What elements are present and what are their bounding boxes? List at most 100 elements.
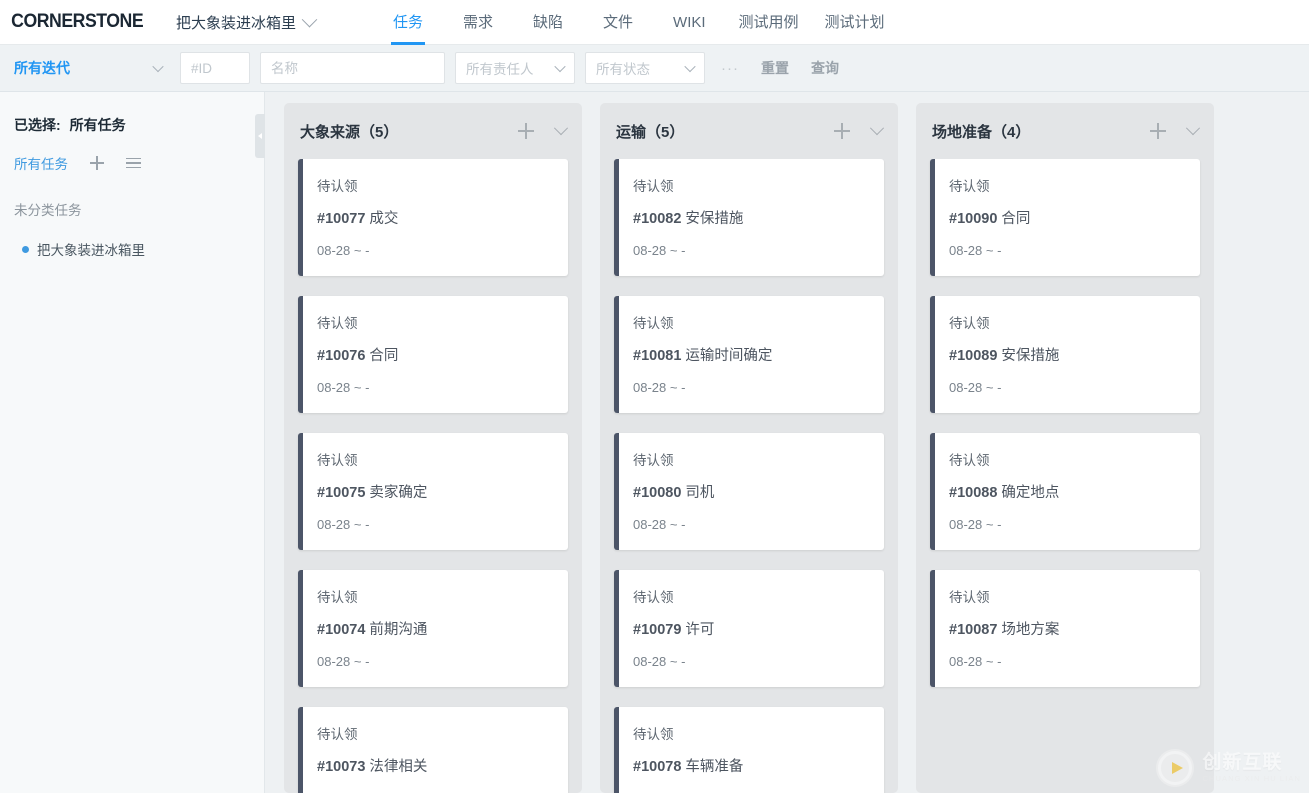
column-actions — [1150, 123, 1198, 139]
task-status: 待认领 — [633, 586, 868, 606]
task-id: #10089 — [949, 348, 997, 364]
page-body: 已选择: 所有任务 所有任务 未分类任务 把大象装进冰箱里 大象来源（5） — [0, 92, 1309, 793]
task-card[interactable]: 待认领 #10082 安保措施 08-28 ~ - — [614, 159, 884, 276]
sidebar-item-project-label: 把大象装进冰箱里 — [37, 239, 145, 259]
reset-button[interactable]: 重置 — [755, 58, 795, 78]
task-card[interactable]: 待认领 #10074 前期沟通 08-28 ~ - — [298, 570, 568, 687]
task-status: 待认领 — [317, 312, 552, 332]
plus-icon[interactable] — [1150, 123, 1166, 139]
task-date: 08-28 ~ - — [317, 517, 552, 532]
sidebar-collapse-handle[interactable] — [255, 114, 265, 158]
task-title: #10075 卖家确定 — [317, 481, 552, 502]
task-card[interactable]: 待认领 #10087 场地方案 08-28 ~ - — [930, 570, 1200, 687]
tab-tasks[interactable]: 任务 — [373, 0, 443, 45]
task-name: 卖家确定 — [369, 485, 427, 501]
tab-test-plans[interactable]: 测试计划 — [812, 0, 898, 45]
task-status: 待认领 — [949, 175, 1184, 195]
sidebar: 已选择: 所有任务 所有任务 未分类任务 把大象装进冰箱里 — [0, 92, 265, 793]
tab-files[interactable]: 文件 — [583, 0, 653, 45]
task-id: #10074 — [317, 622, 365, 638]
task-name: 合同 — [369, 348, 398, 364]
selected-label: 已选择: — [14, 115, 61, 135]
task-status: 待认领 — [949, 312, 1184, 332]
task-id: #10077 — [317, 211, 365, 227]
task-status: 待认领 — [949, 449, 1184, 469]
task-date: 08-28 ~ - — [949, 380, 1184, 395]
uncategorized-label: 未分类任务 — [0, 173, 264, 219]
task-title: #10077 成交 — [317, 207, 552, 228]
task-card[interactable]: 待认领 #10077 成交 08-28 ~ - — [298, 159, 568, 276]
task-card[interactable]: 待认领 #10073 法律相关 08-28 ~ - — [298, 707, 568, 793]
task-id: #10076 — [317, 348, 365, 364]
ellipsis-icon[interactable]: ··· — [715, 60, 745, 77]
task-date: 08-28 ~ - — [317, 380, 552, 395]
name-filter-field[interactable] — [260, 52, 445, 84]
top-header-bar: CORNERSTONE 把大象装进冰箱里 任务 需求 缺陷 文件 WIKI 测试… — [0, 0, 1309, 45]
task-card[interactable]: 待认领 #10090 合同 08-28 ~ - — [930, 159, 1200, 276]
status-select[interactable]: 所有状态 — [585, 52, 705, 84]
id-input[interactable] — [191, 61, 239, 76]
task-card[interactable]: 待认领 #10089 安保措施 08-28 ~ - — [930, 296, 1200, 413]
app-logo: CORNERSTONE — [0, 11, 143, 33]
query-button[interactable]: 查询 — [805, 58, 845, 78]
iteration-select-value: 所有迭代 — [14, 58, 70, 78]
plus-icon[interactable] — [90, 156, 104, 170]
task-card[interactable]: 待认领 #10088 确定地点 08-28 ~ - — [930, 433, 1200, 550]
task-date: 08-28 ~ - — [949, 654, 1184, 669]
plus-icon[interactable] — [518, 123, 534, 139]
task-date: 08-28 ~ - — [949, 517, 1184, 532]
task-card[interactable]: 待认领 #10080 司机 08-28 ~ - — [614, 433, 884, 550]
task-name: 法律相关 — [369, 759, 427, 775]
task-date: 08-28 ~ - — [633, 654, 868, 669]
task-title: #10080 司机 — [633, 481, 868, 502]
tab-test-cases[interactable]: 测试用例 — [726, 0, 812, 45]
chevron-down-icon — [152, 61, 163, 72]
plus-icon[interactable] — [834, 123, 850, 139]
task-card[interactable]: 待认领 #10079 许可 08-28 ~ - — [614, 570, 884, 687]
task-name: 场地方案 — [1001, 622, 1059, 638]
column-card-list: 待认领 #10090 合同 08-28 ~ - 待认领 #10089 安保措施 … — [916, 159, 1214, 701]
chevron-down-icon — [302, 11, 318, 27]
tab-wiki[interactable]: WIKI — [653, 0, 726, 45]
task-card[interactable]: 待认领 #10081 运输时间确定 08-28 ~ - — [614, 296, 884, 413]
task-name: 安保措施 — [685, 211, 743, 227]
column-header: 运输（5） — [600, 103, 898, 159]
tab-defects[interactable]: 缺陷 — [513, 0, 583, 45]
task-card[interactable]: 待认领 #10075 卖家确定 08-28 ~ - — [298, 433, 568, 550]
task-id: #10080 — [633, 485, 681, 501]
collapse-left-icon — [258, 133, 262, 139]
id-filter-field[interactable] — [180, 52, 250, 84]
task-name: 安保措施 — [1001, 348, 1059, 364]
task-name: 确定地点 — [1001, 485, 1059, 501]
owner-select[interactable]: 所有责任人 — [455, 52, 575, 84]
column-header: 大象来源（5） — [284, 103, 582, 159]
tab-requirements[interactable]: 需求 — [443, 0, 513, 45]
iteration-select[interactable]: 所有迭代 — [10, 58, 170, 78]
chevron-down-icon[interactable] — [554, 121, 568, 135]
task-title: #10088 确定地点 — [949, 481, 1184, 502]
column-title: 场地准备（4） — [932, 121, 1150, 142]
chevron-down-icon[interactable] — [870, 121, 884, 135]
tab-requirements-label: 需求 — [463, 14, 493, 31]
task-title: #10079 许可 — [633, 618, 868, 639]
filter-toolbar: 所有迭代 所有责任人 所有状态 ··· 重置 查询 — [0, 45, 1309, 92]
task-title: #10090 合同 — [949, 207, 1184, 228]
column-card-list: 待认领 #10077 成交 08-28 ~ - 待认领 #10076 合同 08… — [284, 159, 582, 793]
selected-summary: 已选择: 所有任务 — [0, 105, 264, 135]
task-date: 08-28 ~ - — [633, 380, 868, 395]
task-name: 车辆准备 — [685, 759, 743, 775]
board-column: 大象来源（5） 待认领 #10077 成交 08-28 ~ - 待认领 #100… — [284, 103, 582, 793]
tab-test-cases-label: 测试用例 — [739, 14, 799, 31]
task-card[interactable]: 待认领 #10078 车辆准备 08-28 ~ - — [614, 707, 884, 793]
list-icon[interactable] — [126, 158, 141, 169]
task-name: 运输时间确定 — [685, 348, 772, 364]
name-input[interactable] — [271, 61, 434, 76]
sidebar-item-all-tasks[interactable]: 所有任务 — [14, 153, 68, 173]
tab-wiki-label: WIKI — [673, 14, 706, 31]
task-card[interactable]: 待认领 #10076 合同 08-28 ~ - — [298, 296, 568, 413]
chevron-down-icon[interactable] — [1186, 121, 1200, 135]
sidebar-item-project[interactable]: 把大象装进冰箱里 — [0, 219, 264, 259]
task-id: #10078 — [633, 759, 681, 775]
task-title: #10082 安保措施 — [633, 207, 868, 228]
project-selector[interactable]: 把大象装进冰箱里 — [176, 12, 315, 33]
